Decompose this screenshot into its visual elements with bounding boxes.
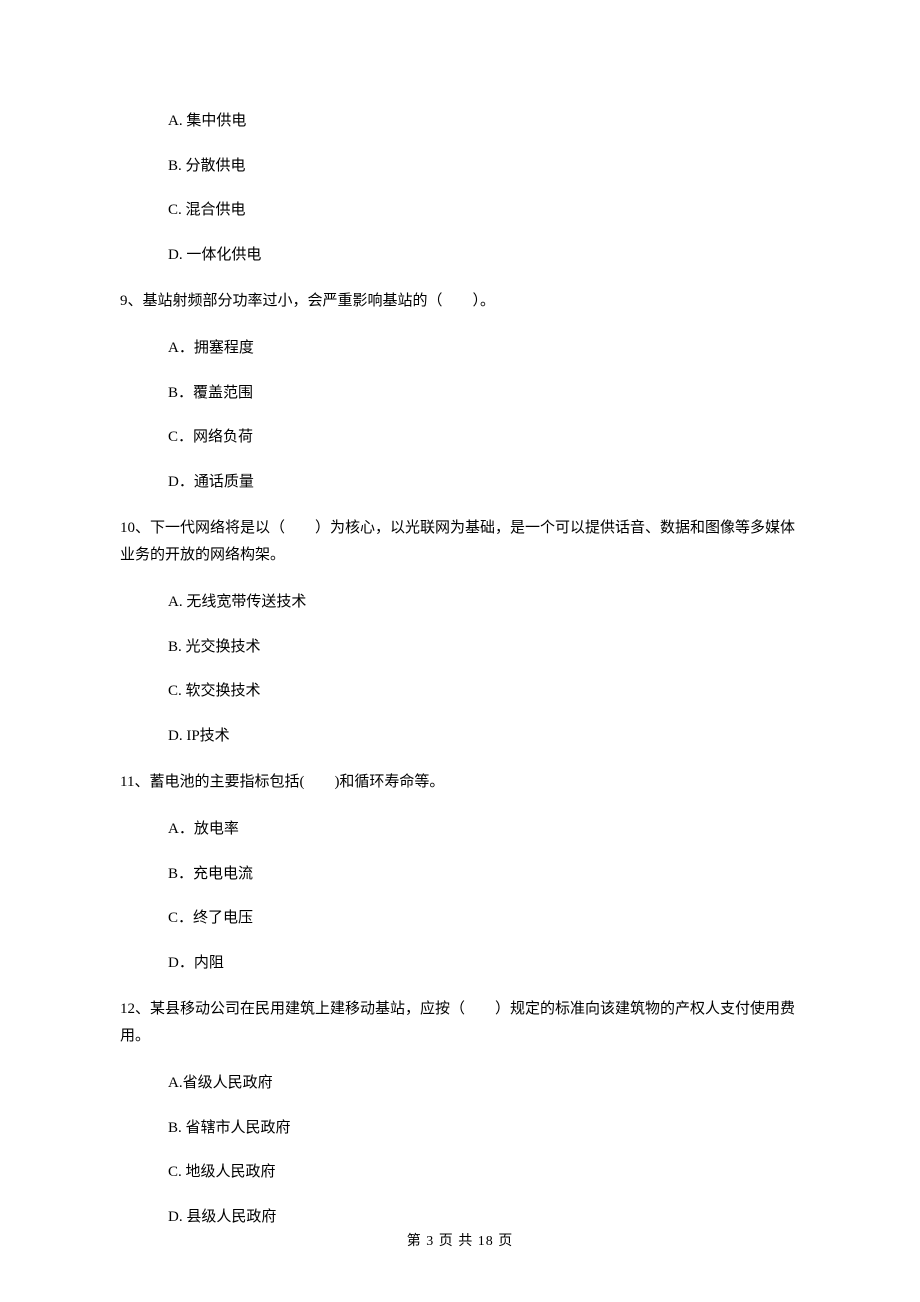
q9-stem: 9、基站射频部分功率过小，会严重影响基站的（ ）。 xyxy=(120,288,800,315)
q12-option-a: A.省级人民政府 xyxy=(120,1072,800,1095)
q11-stem: 11、蓄电池的主要指标包括( )和循环寿命等。 xyxy=(120,769,800,796)
q10-stem: 10、下一代网络将是以（ ）为核心，以光联网为基础，是一个可以提供话音、数据和图… xyxy=(120,515,800,569)
page-footer: 第 3 页 共 18 页 xyxy=(0,1230,920,1250)
q11-option-c: C．终了电压 xyxy=(120,907,800,930)
q9-option-d: D．通话质量 xyxy=(120,471,800,494)
q9-option-a: A．拥塞程度 xyxy=(120,337,800,360)
q10-option-a: A. 无线宽带传送技术 xyxy=(120,591,800,614)
q12-option-b: B. 省辖市人民政府 xyxy=(120,1117,800,1140)
q10-option-b: B. 光交换技术 xyxy=(120,636,800,659)
q10-option-c: C. 软交换技术 xyxy=(120,680,800,703)
q11-option-b: B．充电电流 xyxy=(120,863,800,886)
q9-option-c: C．网络负荷 xyxy=(120,426,800,449)
q8-option-a: A. 集中供电 xyxy=(120,110,800,133)
q11-option-a: A．放电率 xyxy=(120,818,800,841)
q11-option-d: D．内阻 xyxy=(120,952,800,975)
q10-option-d: D. IP技术 xyxy=(120,725,800,748)
q9-option-b: B．覆盖范围 xyxy=(120,382,800,405)
q8-option-b: B. 分散供电 xyxy=(120,155,800,178)
q12-option-d: D. 县级人民政府 xyxy=(120,1206,800,1229)
q12-stem: 12、某县移动公司在民用建筑上建移动基站，应按（ ）规定的标准向该建筑物的产权人… xyxy=(120,996,800,1050)
exam-page: A. 集中供电 B. 分散供电 C. 混合供电 D. 一体化供电 9、基站射频部… xyxy=(0,0,920,1300)
q8-option-c: C. 混合供电 xyxy=(120,199,800,222)
q8-option-d: D. 一体化供电 xyxy=(120,244,800,267)
q12-option-c: C. 地级人民政府 xyxy=(120,1161,800,1184)
